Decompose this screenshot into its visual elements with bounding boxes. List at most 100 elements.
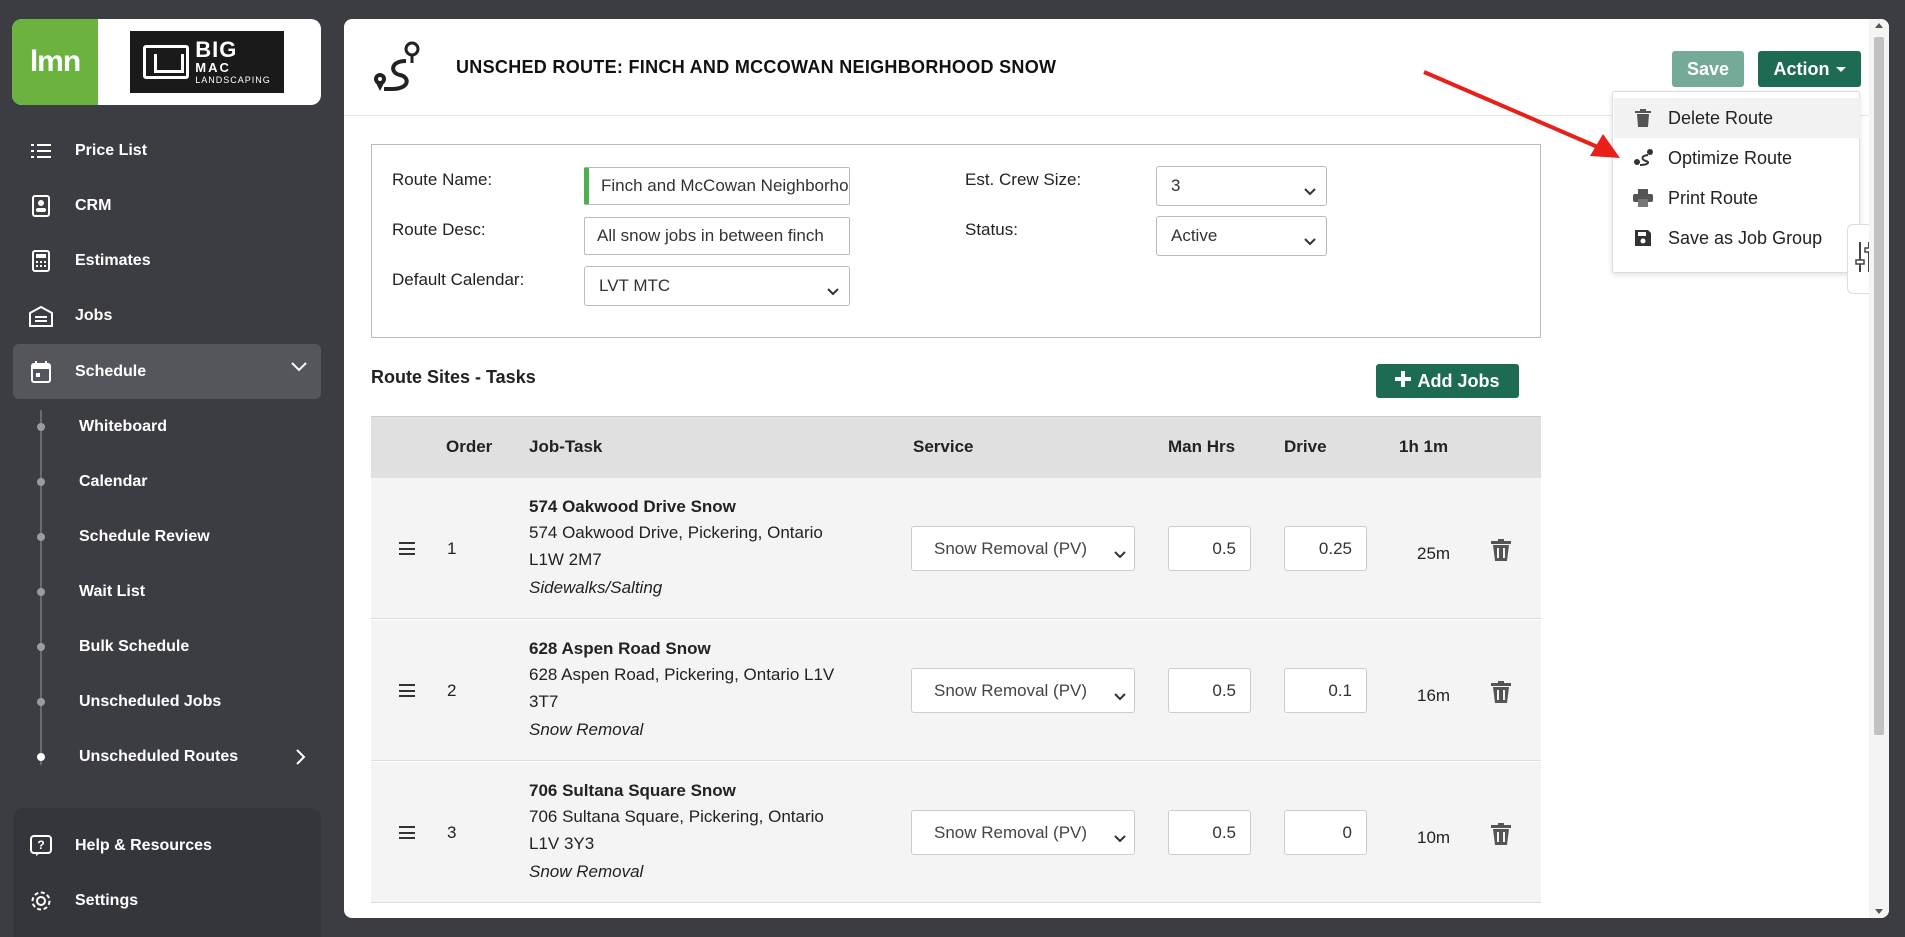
menu-item-delete-route[interactable]: Delete Route <box>1614 98 1860 138</box>
subnav-item-wait-list[interactable]: Wait List <box>79 577 145 607</box>
chevron-down-icon <box>1114 686 1126 706</box>
menu-item-save-job-group[interactable]: Save as Job Group <box>1614 218 1860 258</box>
default-calendar-value: LVT MTC <box>599 276 671 295</box>
sidebar-item-label: Settings <box>75 892 139 909</box>
default-calendar-select[interactable]: LVT MTC <box>584 266 850 306</box>
subnav-dot <box>37 478 45 486</box>
col-service: Service <box>913 437 974 456</box>
trash-icon[interactable] <box>1491 681 1511 708</box>
subnav-dot <box>37 588 45 596</box>
logo-area: lmn BIG MAC LANDSCAPING <box>12 19 321 105</box>
company-name-line1: BIG <box>195 37 238 62</box>
plus-icon <box>1395 370 1412 392</box>
menu-item-print-route[interactable]: Print Route <box>1614 178 1860 218</box>
job-type: Snow Removal <box>529 720 644 739</box>
sidebar-item-label: CRM <box>75 197 112 214</box>
sidebar-item-label: Jobs <box>75 307 113 324</box>
subnav-item-calendar[interactable]: Calendar <box>79 467 147 497</box>
route-sites-title: Route Sites - Tasks <box>371 367 536 387</box>
subnav-item-whiteboard[interactable]: Whiteboard <box>79 412 167 442</box>
sidebar-item-estimates[interactable]: Estimates <box>13 236 321 286</box>
menu-item-optimize-route[interactable]: Optimize Route <box>1614 138 1860 178</box>
scroll-down-icon[interactable] <box>1875 909 1883 914</box>
crew-size-select[interactable]: 3 <box>1156 166 1327 206</box>
job-type: Sidewalks/Salting <box>529 578 663 597</box>
company-name-line2: MAC <box>195 60 231 75</box>
col-drive: Drive <box>1284 437 1327 456</box>
man-hrs-input[interactable]: 0.5 <box>1168 526 1251 571</box>
gear-icon <box>27 887 55 915</box>
service-select[interactable]: Snow Removal (PV) <box>911 810 1135 855</box>
drive-input[interactable]: 0 <box>1284 810 1367 855</box>
table-row: 1 574 Oakwood Drive Snow 574 Oakwood Dri… <box>371 478 1541 619</box>
subnav-dot-active <box>37 753 45 761</box>
subnav-dot <box>37 533 45 541</box>
scroll-thumb[interactable] <box>1874 37 1884 735</box>
row-order: 1 <box>447 539 457 558</box>
sidebar-item-schedule[interactable]: Schedule <box>13 344 321 399</box>
table-row: 2 628 Aspen Road Snow 628 Aspen Road, Pi… <box>371 620 1541 761</box>
save-button[interactable]: Save <box>1672 51 1744 87</box>
trash-icon <box>1632 109 1654 127</box>
row-order: 3 <box>447 823 457 842</box>
drag-handle-icon[interactable] <box>399 542 415 555</box>
route-name-label: Route Name: <box>392 170 493 189</box>
subnav-item-schedule-review[interactable]: Schedule Review <box>79 522 210 552</box>
sidebar-item-label: Estimates <box>75 252 151 269</box>
subnav-item-bulk-schedule[interactable]: Bulk Schedule <box>79 632 189 662</box>
man-hrs-input[interactable]: 0.5 <box>1168 668 1251 713</box>
add-jobs-label: Add Jobs <box>1417 370 1500 391</box>
man-hrs-input[interactable]: 0.5 <box>1168 810 1251 855</box>
col-order: Order <box>446 437 493 456</box>
main-panel: UNSCHED ROUTE: FINCH AND MCCOWAN NEIGHBO… <box>344 19 1889 918</box>
job-address-line2: 3T7 <box>529 692 559 711</box>
printer-icon <box>1632 189 1654 207</box>
subnav-dot <box>37 423 45 431</box>
job-name[interactable]: 628 Aspen Road Snow <box>529 639 711 659</box>
page-title: UNSCHED ROUTE: FINCH AND MCCOWAN NEIGHBO… <box>456 57 1057 77</box>
job-address-line1: 574 Oakwood Drive, Pickering, Ontario <box>529 523 823 542</box>
trash-icon[interactable] <box>1491 539 1511 566</box>
job-type: Snow Removal <box>529 862 644 881</box>
calculator-icon <box>27 247 55 275</box>
lmn-logo[interactable]: lmn <box>12 19 98 105</box>
menu-item-label: Save as Job Group <box>1668 227 1823 248</box>
status-select[interactable]: Active <box>1156 216 1327 256</box>
action-button[interactable]: Action <box>1758 51 1861 87</box>
sidebar-item-price-list[interactable]: Price List <box>13 133 321 169</box>
service-value: Snow Removal (PV) <box>934 680 1088 700</box>
service-select[interactable]: Snow Removal (PV) <box>911 526 1135 571</box>
sidebar-item-jobs[interactable]: Jobs <box>13 291 321 341</box>
subnav-item-unscheduled-routes[interactable]: Unscheduled Routes <box>79 742 238 772</box>
floppy-icon <box>1632 230 1654 246</box>
drive-input[interactable]: 0.25 <box>1284 526 1367 571</box>
add-jobs-button[interactable]: Add Jobs <box>1376 364 1519 398</box>
sidebar-item-crm[interactable]: CRM <box>13 181 321 231</box>
route-desc-input[interactable]: All snow jobs in between finch <box>584 217 850 255</box>
drag-handle-icon[interactable] <box>399 684 415 697</box>
svg-text:?: ? <box>37 838 44 852</box>
row-time: 25m <box>1417 544 1451 563</box>
drag-handle-icon[interactable] <box>399 826 415 839</box>
sidebar-item-help[interactable]: ? Help & Resources <box>13 821 321 871</box>
job-address-line1: 628 Aspen Road, Pickering, Ontario L1V <box>529 665 835 684</box>
sidebar-item-settings[interactable]: Settings <box>13 876 321 926</box>
subnav-item-unscheduled-jobs[interactable]: Unscheduled Jobs <box>79 687 221 717</box>
job-name[interactable]: 706 Sultana Square Snow <box>529 781 736 801</box>
route-name-input[interactable]: Finch and McCowan Neighborhood Snow <box>584 167 850 205</box>
scroll-up-icon[interactable] <box>1875 23 1883 28</box>
job-name[interactable]: 574 Oakwood Drive Snow <box>529 497 736 517</box>
status-value: Active <box>1171 226 1218 245</box>
drive-input[interactable]: 0.1 <box>1284 668 1367 713</box>
chevron-down-icon <box>1304 181 1316 201</box>
action-dropdown-menu: Delete Route Optimize Route Print Route … <box>1612 91 1860 273</box>
vertical-scrollbar[interactable] <box>1869 19 1889 918</box>
help-icon: ? <box>27 832 55 860</box>
service-select[interactable]: Snow Removal (PV) <box>911 668 1135 713</box>
job-address-line2: L1V 3Y3 <box>529 834 595 853</box>
trash-icon[interactable] <box>1491 823 1511 850</box>
sidebar-item-label: Schedule <box>75 362 147 380</box>
job-address-line2: L1W 2M7 <box>529 550 602 569</box>
job-address-line1: 706 Sultana Square, Pickering, Ontario <box>529 807 824 826</box>
row-order: 2 <box>447 681 457 700</box>
